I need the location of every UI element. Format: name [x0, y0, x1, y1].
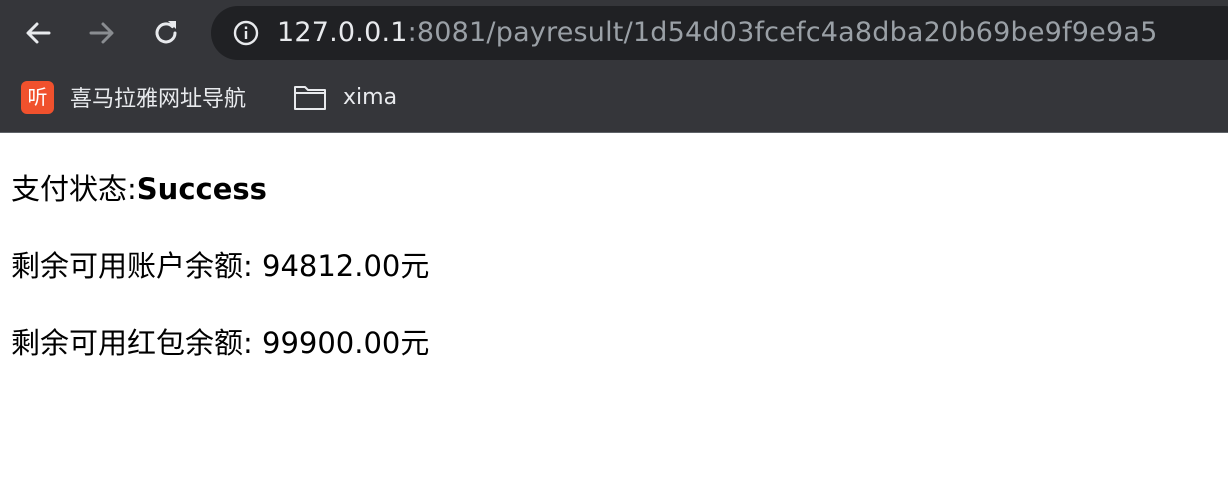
payment-status-value: Success — [136, 172, 267, 206]
back-arrow-icon — [26, 22, 51, 44]
back-button[interactable] — [18, 13, 58, 53]
folder-icon — [294, 86, 326, 110]
account-balance-line: 剩余可用账户余额: 94812.00元 — [11, 249, 430, 283]
bookmark-label: xima — [343, 84, 398, 110]
bookmark-label: 喜马拉雅网址导航 — [70, 87, 247, 112]
url-host: 127.0.0.1 — [277, 17, 408, 48]
browser-toolbar: 127.0.0.1:8081/payresult/1d54d03fcefc4a8… — [0, 0, 1228, 66]
payment-status-line: 支付状态:Success — [11, 169, 267, 209]
address-bar[interactable]: 127.0.0.1:8081/payresult/1d54d03fcefc4a8… — [211, 6, 1228, 60]
bookmark-ximalaya-nav[interactable]: 听 喜马拉雅网址导航 — [21, 80, 246, 114]
browser-chrome: 127.0.0.1:8081/payresult/1d54d03fcefc4a8… — [0, 0, 1228, 133]
forward-button[interactable] — [82, 13, 122, 53]
reload-button[interactable] — [146, 13, 186, 53]
site-info-icon[interactable] — [233, 20, 259, 46]
payment-status-label: 支付状态: — [11, 172, 137, 206]
url-text[interactable]: 127.0.0.1:8081/payresult/1d54d03fcefc4a8… — [277, 17, 1157, 49]
reload-icon — [155, 21, 177, 44]
toolbar-divider — [0, 132, 1228, 133]
bookmark-folder-xima[interactable]: xima — [293, 80, 397, 114]
forward-arrow-icon — [89, 22, 114, 44]
red-packet-balance-line: 剩余可用红包余额: 99900.00元 — [11, 326, 430, 360]
bookmarks-bar: 听 喜马拉雅网址导航 xima — [0, 66, 1228, 132]
url-path: :8081/payresult/1d54d03fcefc4a8dba20b69b… — [407, 17, 1158, 48]
ximalaya-favicon: 听 — [21, 80, 54, 114]
